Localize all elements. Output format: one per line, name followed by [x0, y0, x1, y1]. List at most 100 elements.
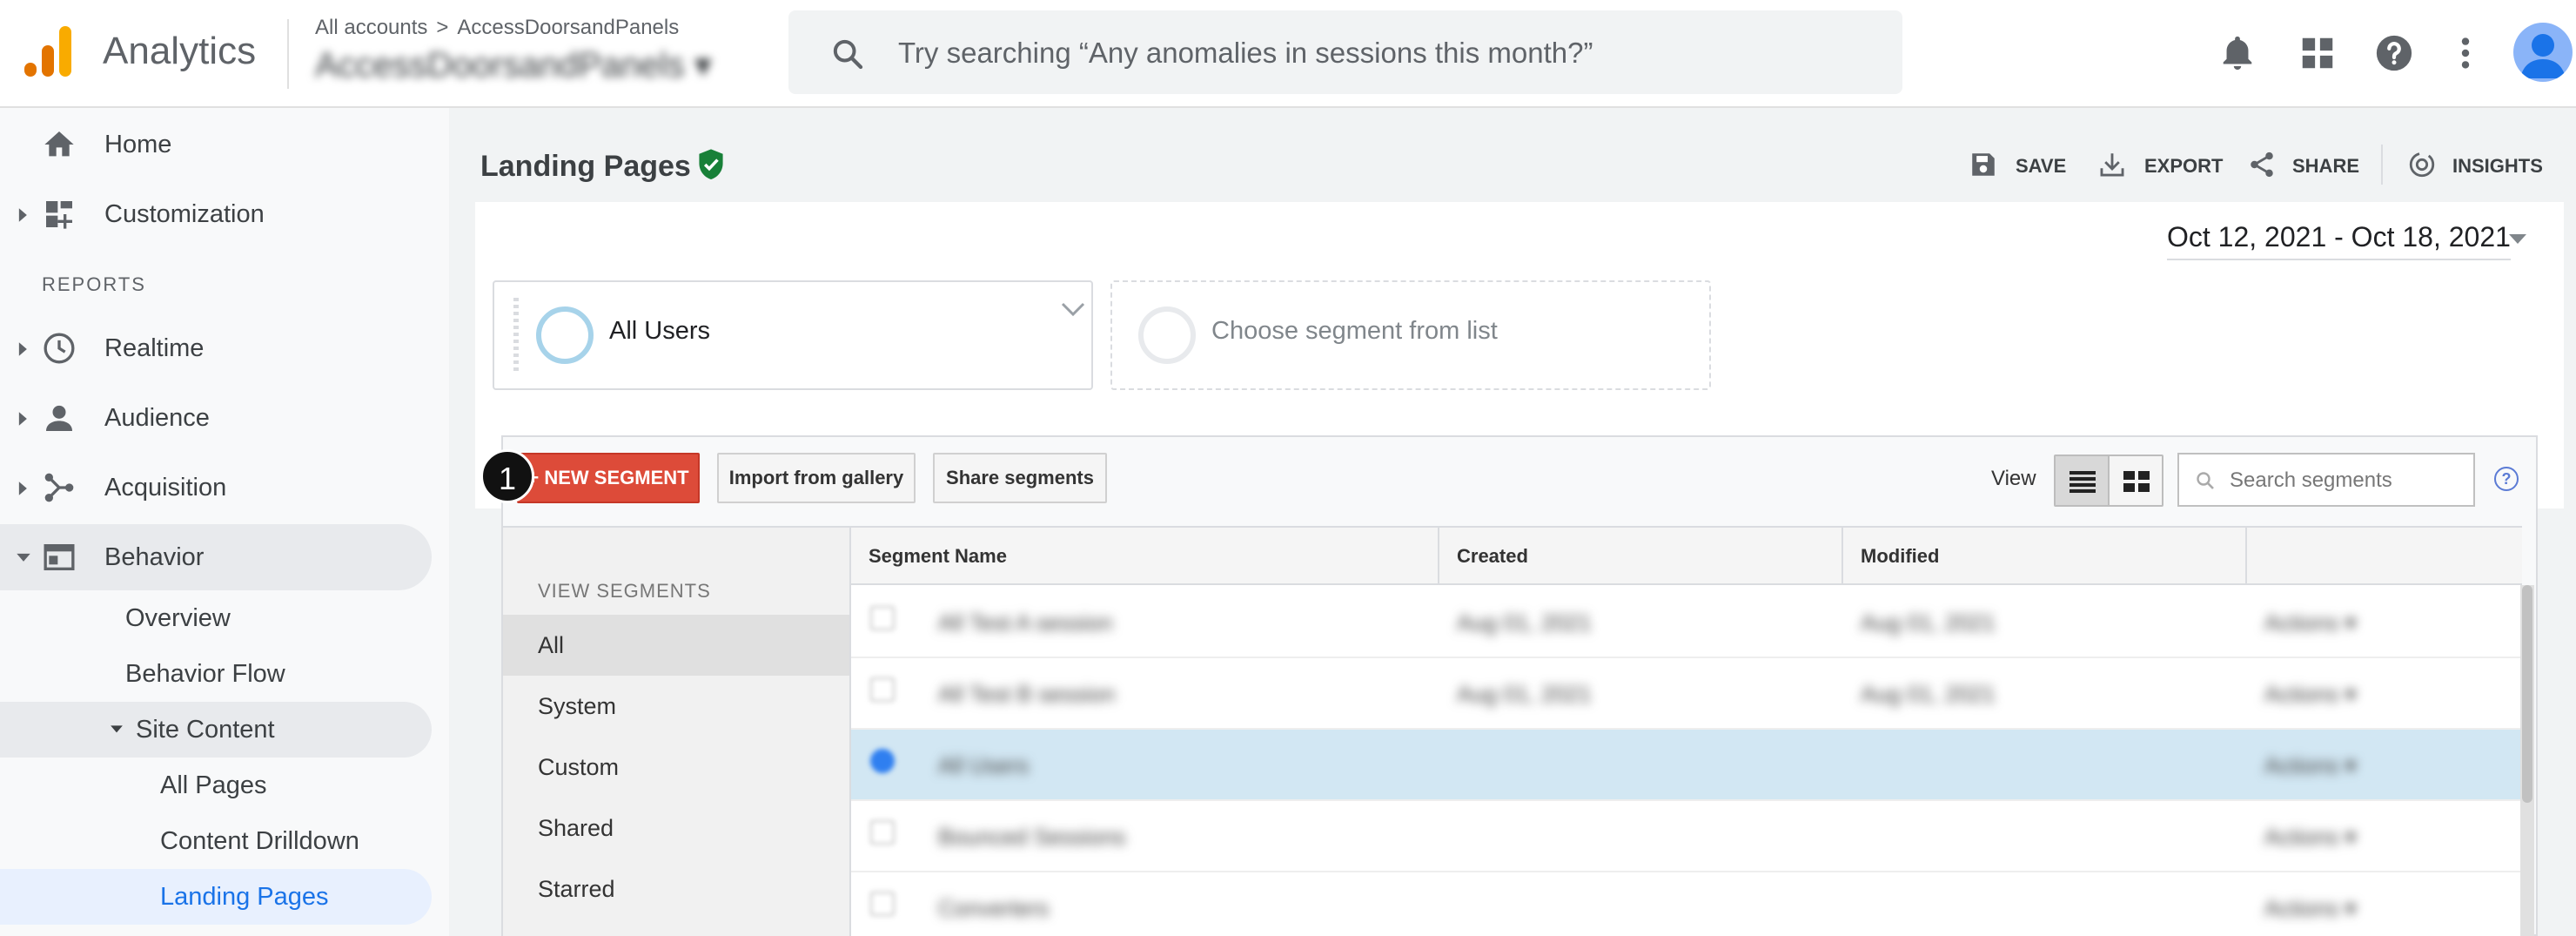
view-segments-system[interactable]: System	[503, 676, 849, 737]
created-cell: Aug 01, 2021	[1457, 681, 1592, 707]
actions-dropdown[interactable]: Actions ▾	[2264, 824, 2357, 851]
insights-button[interactable]: INSIGHTS	[2407, 148, 2546, 183]
segment-checkbox[interactable]	[870, 892, 895, 916]
account-breadcrumb[interactable]: All accounts > AccessDoorsandPanels	[315, 16, 679, 40]
sidebar-item-audience[interactable]: Audience	[0, 385, 432, 451]
sidebar-item-content-drilldown[interactable]: Content Drilldown	[0, 813, 432, 869]
view-segments-starred[interactable]: Starred	[503, 859, 849, 919]
segment-name-cell[interactable]: Bounced Sessions	[938, 824, 1125, 851]
view-segments-all[interactable]: All	[503, 615, 849, 676]
view-segments-label: Starred	[538, 876, 615, 902]
actions-dropdown[interactable]: Actions ▾	[2264, 609, 2357, 636]
more-vert-icon[interactable]	[2445, 33, 2485, 73]
segment-card-empty[interactable]: Choose segment from list	[1110, 280, 1711, 390]
analytics-logo-icon[interactable]	[24, 26, 73, 78]
segment-name-cell[interactable]: All Users	[938, 752, 1029, 779]
view-segments-label: Custom	[538, 754, 620, 780]
segment-name-cell[interactable]: All Test A session	[938, 609, 1112, 636]
view-selector[interactable]: AccessDoorsandPanels ▾	[315, 45, 712, 85]
sidebar-item-overview[interactable]: Overview	[0, 590, 432, 646]
actions-dropdown[interactable]: Actions ▾	[2264, 752, 2357, 779]
choose-segment-placeholder: Choose segment from list	[1211, 317, 1498, 345]
export-button[interactable]: EXPORT	[2097, 148, 2223, 183]
verified-shield-icon	[699, 149, 723, 179]
breadcrumb-property[interactable]: AccessDoorsandPanels	[457, 16, 679, 39]
table-row[interactable]: Converters Actions ▾	[851, 872, 2522, 936]
sidebar-item-label: Behavior Flow	[125, 660, 285, 688]
save-icon	[1972, 153, 1995, 176]
view-label: View	[1991, 467, 2036, 490]
share-button[interactable]: SHARE	[2247, 148, 2360, 183]
column-header-segment-name[interactable]: Segment Name	[851, 528, 1439, 583]
sidebar-item-label: Customization	[104, 200, 265, 228]
segment-name: All Users	[609, 317, 711, 345]
search-icon	[2197, 472, 2214, 489]
chevron-down-icon[interactable]	[1060, 301, 1086, 319]
column-header-label: Created	[1457, 545, 1528, 567]
segment-checkbox[interactable]	[870, 749, 895, 773]
actions-dropdown[interactable]: Actions ▾	[2264, 895, 2357, 922]
table-row[interactable]: All Users Actions ▾	[851, 730, 2522, 801]
help-icon[interactable]	[2374, 33, 2414, 73]
sidebar-item-behavior[interactable]: Behavior	[0, 524, 432, 590]
sidebar-item-site-content[interactable]: Site Content	[0, 702, 432, 758]
segment-name-cell[interactable]: All Test B session	[938, 681, 1115, 708]
segment-help-icon[interactable]: ?	[2494, 467, 2519, 491]
list-view-icon	[2070, 471, 2096, 493]
share-segments-button[interactable]: Share segments	[933, 453, 1107, 503]
caret-right-icon	[18, 481, 27, 495]
drag-handle[interactable]	[513, 298, 519, 374]
sidebar-item-label: Behavior	[104, 543, 205, 571]
segment-card-all-users[interactable]: All Users	[493, 280, 1093, 390]
segment-checkbox[interactable]	[870, 820, 895, 845]
segment-name-cell[interactable]: Converters	[938, 895, 1049, 922]
column-header-modified[interactable]: Modified	[1843, 528, 2247, 583]
column-header-created[interactable]: Created	[1439, 528, 1843, 583]
search-icon	[833, 39, 863, 70]
divider	[2381, 145, 2383, 185]
view-segments-custom[interactable]: Custom	[503, 737, 849, 798]
chevron-down-icon[interactable]	[2508, 233, 2527, 246]
avatar[interactable]	[2513, 23, 2573, 82]
segment-checkbox[interactable]	[870, 677, 895, 702]
table-row[interactable]: All Test A session Aug 01, 2021 Aug 01, …	[851, 587, 2522, 658]
new-segment-button[interactable]: + NEW SEGMENT	[517, 453, 700, 503]
column-header-actions	[2247, 528, 2520, 583]
grid-view-toggle[interactable]	[2108, 455, 2163, 507]
sidebar-item-acquisition[interactable]: Acquisition	[0, 455, 432, 521]
segment-checkbox[interactable]	[870, 606, 895, 630]
insights-label: INSIGHTS	[2452, 155, 2543, 177]
top-bar: Analytics All accounts > AccessDoorsandPan…	[0, 0, 2576, 108]
sidebar-item-home[interactable]: Home	[0, 111, 432, 178]
table-row[interactable]: All Test B session Aug 01, 2021 Aug 01, …	[851, 658, 2522, 730]
view-segments-title: VIEW SEGMENTS	[538, 580, 711, 602]
import-from-gallery-button[interactable]: Import from gallery	[717, 453, 916, 503]
caret-down-icon	[111, 725, 123, 733]
apps-grid-icon[interactable]	[2298, 33, 2338, 73]
view-segments-shared[interactable]: Shared	[503, 798, 849, 859]
insights-icon	[2409, 152, 2435, 178]
segment-search-input[interactable]: Search segments	[2177, 453, 2475, 507]
scrollbar-thumb[interactable]	[2522, 585, 2532, 803]
date-range-picker[interactable]: Oct 12, 2021 - Oct 18, 2021	[2167, 221, 2511, 260]
save-button[interactable]: SAVE	[1969, 148, 2073, 183]
search-bar[interactable]: Try searching “Any anomalies in sessions…	[788, 10, 1902, 94]
sidebar-item-label: Audience	[104, 404, 210, 432]
table-row[interactable]: Bounced Sessions Actions ▾	[851, 801, 2522, 872]
sidebar-item-all-pages[interactable]: All Pages	[0, 758, 432, 813]
acquisition-icon	[44, 473, 74, 502]
table-scrollbar[interactable]	[2520, 585, 2534, 936]
sidebar-item-customization[interactable]: Customization	[0, 181, 432, 247]
bell-icon[interactable]	[2217, 33, 2257, 73]
sidebar-item-realtime[interactable]: Realtime	[0, 315, 432, 381]
sidebar-nav: Home Customization REPORTS Realtime Audi…	[0, 108, 449, 936]
sidebar-item-landing-pages[interactable]: Landing Pages	[0, 869, 432, 925]
list-view-toggle[interactable]	[2054, 455, 2110, 507]
sidebar-item-behavior-flow[interactable]: Behavior Flow	[0, 646, 432, 702]
page-title: Landing Pages	[480, 150, 691, 183]
sidebar-item-label: Site Content	[136, 716, 275, 744]
breadcrumb-all-accounts[interactable]: All accounts	[315, 16, 427, 39]
actions-dropdown[interactable]: Actions ▾	[2264, 681, 2357, 708]
export-label: EXPORT	[2144, 155, 2224, 177]
share-label: SHARE	[2292, 155, 2360, 177]
